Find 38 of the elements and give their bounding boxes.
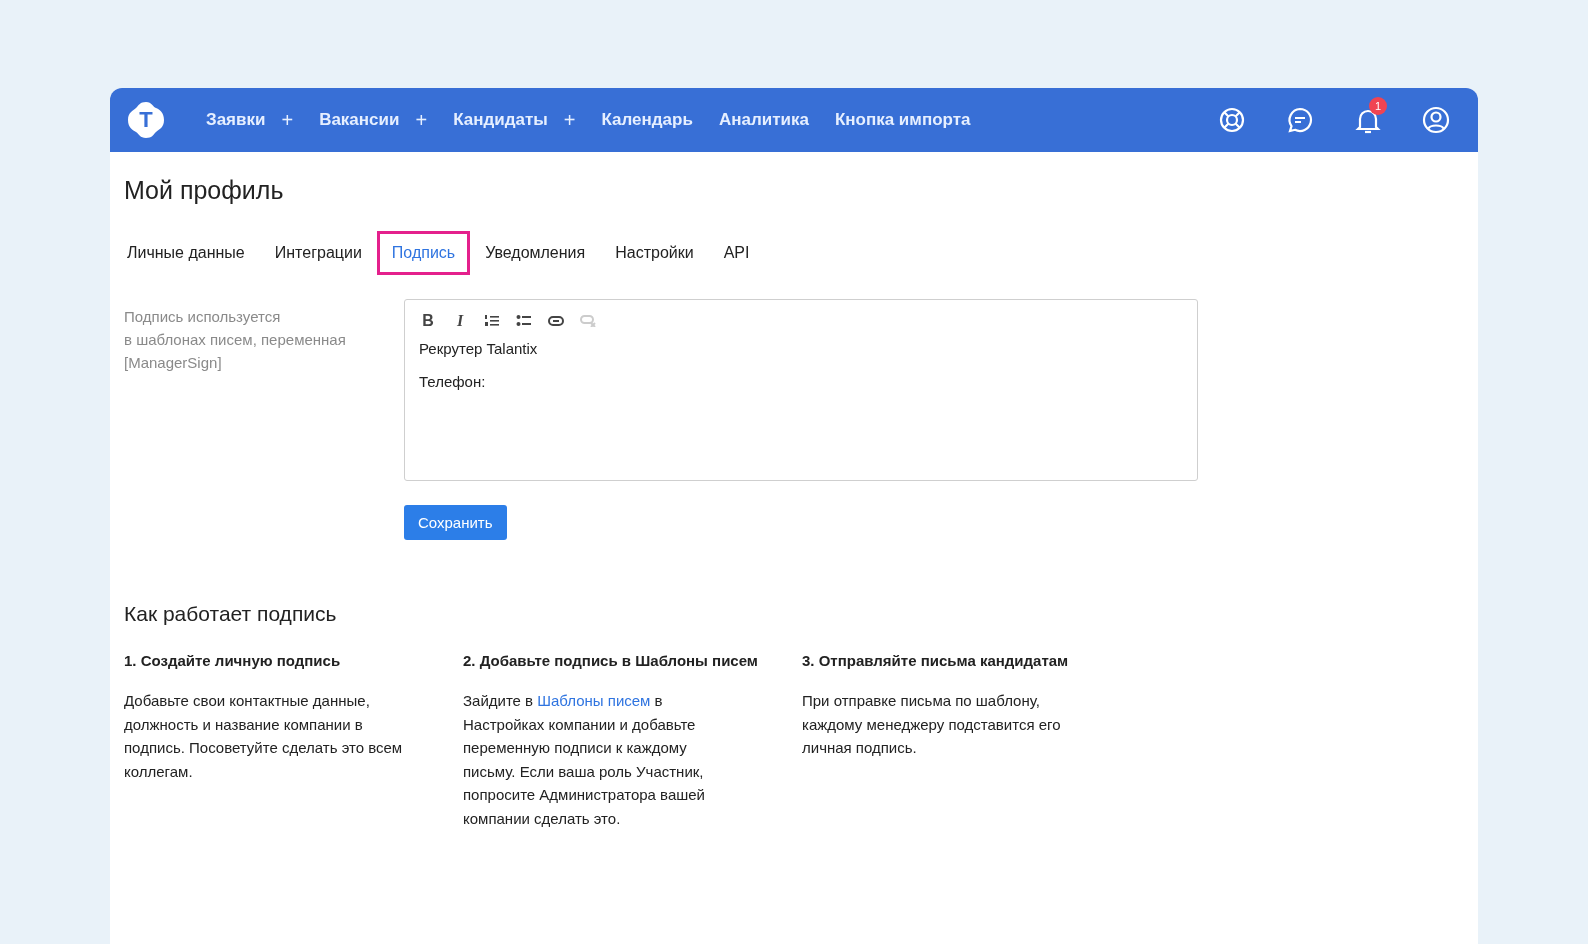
notification-badge: 1 [1369, 97, 1387, 115]
hint-text: в шаблонах писем, переменная [124, 330, 347, 350]
lifebuoy-icon[interactable] [1218, 106, 1246, 134]
add-link[interactable]: + [563, 108, 576, 132]
nav-link[interactable]: Аналитика [718, 110, 809, 130]
add-link[interactable]: + [281, 108, 294, 132]
nav-link[interactable]: Вакансии [319, 110, 400, 130]
tab[interactable]: Подпись [376, 231, 471, 275]
italic-button[interactable]: I [451, 312, 469, 330]
tab[interactable]: Уведомления [470, 231, 601, 275]
section-heading: Как работает подпись [124, 602, 338, 626]
chat-icon[interactable] [1286, 106, 1314, 134]
tab[interactable]: Личные данные [124, 231, 260, 275]
signature-editor[interactable]: B I Рекрутер Talantix Телефон: [404, 299, 1198, 481]
editor-text: Рекрутер Talantix [419, 340, 539, 357]
logo[interactable]: T [126, 100, 166, 140]
nav-link[interactable]: Кандидаты [453, 110, 548, 130]
save-button[interactable]: Сохранить [404, 505, 507, 540]
step-title: 1. Создайте личную подпись [124, 652, 342, 669]
hint-text: Подпись используется [124, 307, 282, 327]
step-description: Добавьте свои контактные данные, должность и название компании в подпись. Посоветуйте сделать это всем коллегам. [124, 691, 404, 782]
nav-link[interactable]: Кнопка импорта [834, 110, 971, 130]
tab[interactable]: Настройки [600, 231, 709, 275]
hint-text: [ManagerSign] [124, 353, 223, 373]
page-title: Мой профиль [124, 176, 285, 205]
link[interactable]: Шаблоны писем [537, 692, 651, 709]
user-icon[interactable] [1422, 106, 1450, 134]
tab[interactable]: API [708, 231, 765, 275]
bold-button[interactable]: B [419, 312, 437, 330]
nav-link[interactable]: Календарь [601, 110, 693, 130]
nav-link[interactable]: Заявки [206, 110, 266, 130]
step-title: 2. Добавьте подпись в Шаблоны писем [463, 652, 759, 669]
add-link[interactable]: + [415, 108, 428, 132]
editor-text: Телефон: [419, 373, 487, 390]
step-description: При отправке письма по шаблону, каждому менеджеру подставится его личная подпись. [802, 691, 1062, 758]
step-description: Зайдите в Шаблоны писем в Настройках компании и добавьте переменную подписи к каждому письму. Если ваша роль Участник, попросите Администратора вашей компании сделать это. [463, 691, 706, 829]
tab[interactable]: Интеграции [259, 231, 377, 275]
step-title: 3. Отправляйте письма кандидатам [802, 652, 1070, 669]
